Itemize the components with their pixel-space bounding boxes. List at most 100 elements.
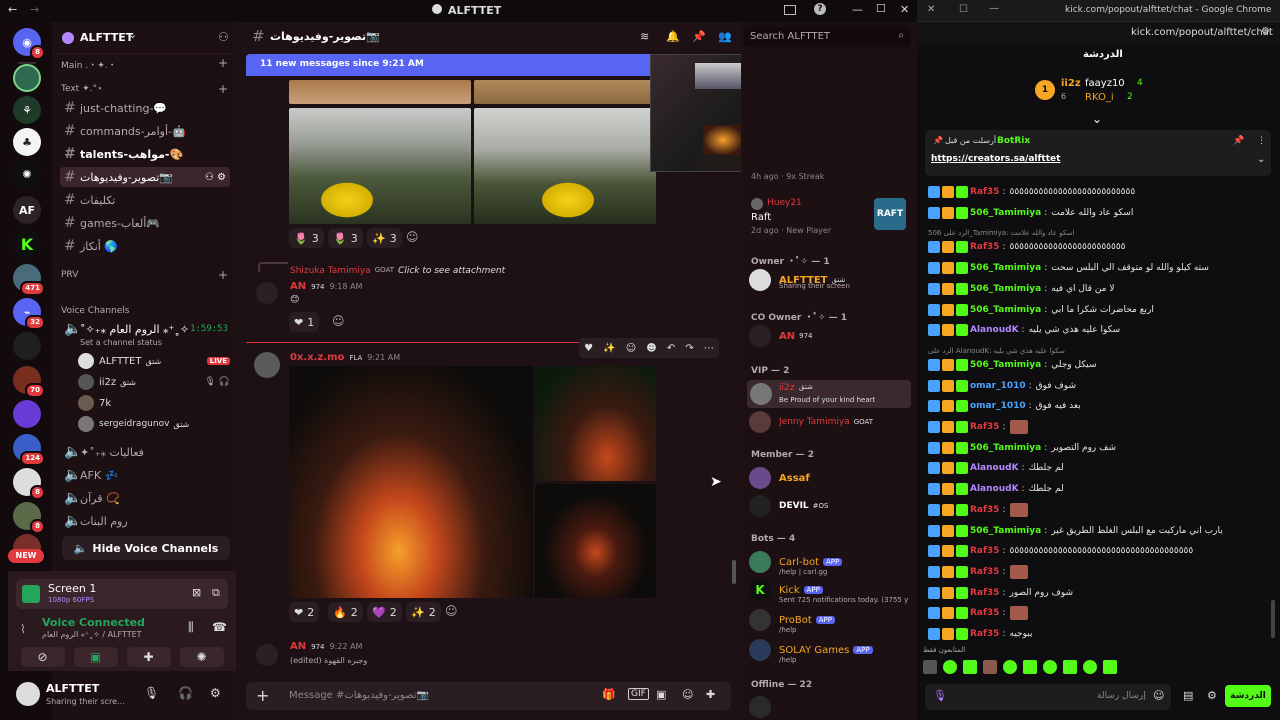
activities-icon[interactable]: ✚ [126,647,171,667]
category-text[interactable]: Text ✦.°⋆ [61,84,103,94]
pin-icon[interactable]: 📌 [692,30,706,43]
server-k[interactable]: K [13,230,41,258]
add-attachment-icon[interactable]: + [256,686,269,705]
username[interactable]: 506_Tamimiya [970,263,1041,273]
member-carl-bot[interactable]: Carl-bot APP [749,550,915,574]
invite-icon[interactable]: ⚇ ⚙ [205,172,226,183]
channel-photography-active[interactable]: # تصوير-وفيديوهات📷 ⚇ ⚙ [60,167,230,187]
channel-anshad[interactable]: # أنكاز 🌎 [60,236,230,256]
new-messages-bar[interactable]: 11 new messages since 9:21 AM [246,54,656,76]
search-input[interactable]: Search ALFTTET ⌕ [744,27,910,47]
screen-share-card[interactable]: Screen 1 1080p 60FPS ⊠ ⧉ [16,579,228,609]
voice-user[interactable]: sergeidragunov شتق [78,415,230,433]
server-icon[interactable] [13,400,41,428]
voice-user[interactable]: 7k [78,394,230,412]
help-icon[interactable]: ? [814,3,826,15]
message-composer[interactable]: + Message #تصوير-وفيديوهات📷 🎁 GIF ▣ ☺ ✚ [246,682,731,710]
member-jenny[interactable]: Jenny Tamimiya GOAT [749,410,915,434]
emote-icon[interactable] [1023,660,1037,674]
channel-games[interactable]: # games-ألعاب🎮 [60,213,230,233]
chat-input[interactable]: 🎙 إرسال رسالة ☺ [925,684,1171,710]
username[interactable]: omar_1010 [970,401,1026,411]
message-input[interactable]: Message #تصوير-وفيديوهات📷 [289,690,429,701]
member-solay-games[interactable]: SOLAY Games APP [749,638,915,662]
server-icon[interactable]: 70 [13,366,45,398]
minimize-button[interactable]: — [852,3,863,16]
pinned-message[interactable]: 📌 أرسلت من قبل BotRix https://creators.s… [925,130,1271,176]
add-channel-icon[interactable]: + [218,82,228,96]
image-attachment[interactable] [289,80,471,104]
server-header[interactable]: ALFTTET ⌄ ⚇ [52,22,236,54]
emote-icon[interactable] [1083,660,1097,674]
send-button[interactable]: الدردشة [1225,685,1271,707]
username[interactable]: 506_Tamimiya [970,360,1041,370]
site-settings-icon[interactable]: ⚙ [1261,26,1270,37]
emote-icon[interactable] [963,660,977,674]
emoji-icon[interactable]: ☺ [626,343,636,354]
reply-icon[interactable]: ↶ [667,343,675,354]
username[interactable]: AlanoudK [970,325,1019,335]
server-icon[interactable]: ✺ [13,160,41,188]
add-reaction-icon[interactable]: ☻ [646,343,656,354]
close-button[interactable]: ✕ [900,3,909,16]
member-probot[interactable]: ProBot APP [749,608,915,632]
member-devil[interactable]: DEVIL #OS [749,494,915,518]
reaction[interactable]: ❤ 2 [289,602,320,622]
apps-icon[interactable]: ✚ [706,688,715,701]
discord-home-icon[interactable]: ◉ 8 [13,28,45,60]
scrollbar[interactable] [732,560,736,584]
username[interactable]: 506_Tamimiya [970,443,1041,453]
more-icon[interactable]: ⋯ [704,343,714,354]
username[interactable]: AlanoudK [970,463,1019,473]
signal-icon[interactable]: ⌇ [20,622,26,636]
username[interactable]: 506_Tamimiya [970,284,1041,294]
server-af[interactable]: AF [13,196,41,224]
member-ii2z[interactable]: ii2z شتق Be Proud of your kind heart [747,380,911,408]
server-icon[interactable]: ⚘ [13,96,41,124]
collapse-icon[interactable]: ⌄ [1092,112,1102,126]
soundboard-icon[interactable]: ✺ [179,647,224,667]
category-voice[interactable]: Voice Channels [61,306,129,316]
username[interactable]: Raf35 [970,608,999,618]
threads-icon[interactable]: ≋ [640,30,649,43]
gif-icon[interactable]: GIF [628,688,649,700]
username[interactable]: Raf35 [970,629,999,639]
microphone-icon[interactable]: 🎙 [933,689,947,702]
avatar[interactable] [256,282,278,304]
category-main[interactable]: Main .・✦.・ [61,58,117,71]
forward-icon[interactable]: ↷ [685,343,693,354]
store-icon[interactable]: ▤ [1183,689,1193,702]
server-icon[interactable]: 124 [13,434,45,466]
add-reaction-icon[interactable]: ☺ [406,230,419,244]
scrollbar[interactable] [1271,600,1275,638]
server-icon[interactable]: 8 [13,502,45,534]
reaction[interactable]: 🌷 3 [328,228,363,248]
username[interactable]: omar_1010 [970,381,1026,391]
voice-channel-general[interactable]: 🔈 ˚✧₊⁎ الروم العام ⁎⁺˳✧ 1:59:53 [60,319,230,339]
member-list-icon[interactable]: 👥 [718,30,732,43]
channel-just-chatting[interactable]: # just-chatting-💬 [60,98,230,118]
close-tab-icon[interactable]: ✕ [927,4,935,15]
username[interactable]: AlanoudK [970,484,1019,494]
heart-icon[interactable]: ♥ [584,343,593,354]
add-channel-icon[interactable]: + [218,268,228,282]
url-field[interactable]: kick.com/popout/alfttet/chat [1131,27,1273,38]
voice-channel-afk[interactable]: 🔈 AFK 💤 [60,465,230,485]
sticker-icon[interactable]: ▣ [656,688,666,701]
channel-commands[interactable]: # commands-أوامر-🤖 [60,121,230,141]
emote-icon[interactable] [1103,660,1117,674]
username[interactable]: Raf35 [970,242,999,252]
username[interactable]: Raf35 [970,567,999,577]
username[interactable]: 506_Tamimiya [970,305,1041,315]
settings-gear-icon[interactable]: ⚙ [1207,689,1217,702]
image-attachment[interactable] [474,108,656,224]
username[interactable]: Raf35 [970,187,999,197]
avatar[interactable] [749,696,771,718]
voice-channel-girls[interactable]: 🔈 روم البنات [60,511,230,531]
new-badge[interactable]: NEW [8,549,44,563]
avatar[interactable] [16,682,40,706]
noise-icon[interactable]: ⫼ [188,620,194,635]
server-icon[interactable]: 8 [13,468,45,500]
chevron-down-icon[interactable]: ⌄ [1257,154,1265,165]
voice-user[interactable]: ii2z شتق 🎙 🎧 [78,373,230,391]
